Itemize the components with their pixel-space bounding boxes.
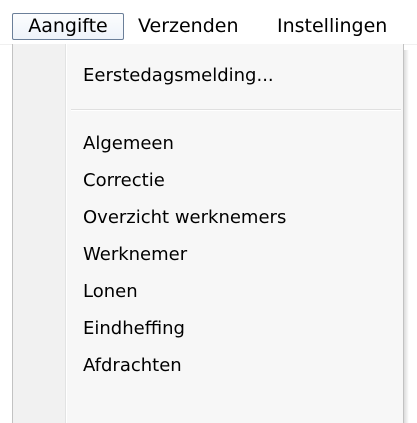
menu-bar: Aangifte Verzenden Instellingen <box>0 0 417 45</box>
menu-item-algemeen[interactable]: Algemeen <box>67 125 403 163</box>
menu-separator-highlight <box>71 110 401 111</box>
menu-item-werknemer[interactable]: Werknemer <box>67 236 403 274</box>
menu-item-eindheffing[interactable]: Eindheffing <box>67 310 403 348</box>
menu-item-lonen[interactable]: Lonen <box>67 273 403 311</box>
menu-item-label: Correctie <box>83 170 165 191</box>
menu-item-label: Eindheffing <box>83 318 185 339</box>
menu-item-label: Overzicht werknemers <box>83 207 287 228</box>
menu-aangifte[interactable]: Aangifte <box>12 13 124 40</box>
icon-gutter <box>13 44 65 423</box>
menu-item-eerstedagsmelding[interactable]: Eerstedagsmelding... <box>67 57 403 95</box>
aangifte-dropdown-menu: Eerstedagsmelding... Algemeen Correctie … <box>12 44 404 423</box>
menu-verzenden[interactable]: Verzenden <box>138 12 239 40</box>
menu-item-correctie[interactable]: Correctie <box>67 162 403 200</box>
menu-item-label: Afdrachten <box>83 355 182 376</box>
menu-item-afdrachten[interactable]: Afdrachten <box>67 347 403 385</box>
menu-instellingen[interactable]: Instellingen <box>277 12 387 40</box>
dropdown-shadow <box>404 50 409 423</box>
menu-item-overzicht-werknemers[interactable]: Overzicht werknemers <box>67 199 403 237</box>
menu-item-label: Algemeen <box>83 133 174 154</box>
menu-item-label: Lonen <box>83 281 138 302</box>
application-window: Aangifte Verzenden Instellingen Eersteda… <box>0 0 417 423</box>
menu-item-label: Werknemer <box>83 244 188 265</box>
menu-item-label: Eerstedagsmelding... <box>83 65 274 86</box>
